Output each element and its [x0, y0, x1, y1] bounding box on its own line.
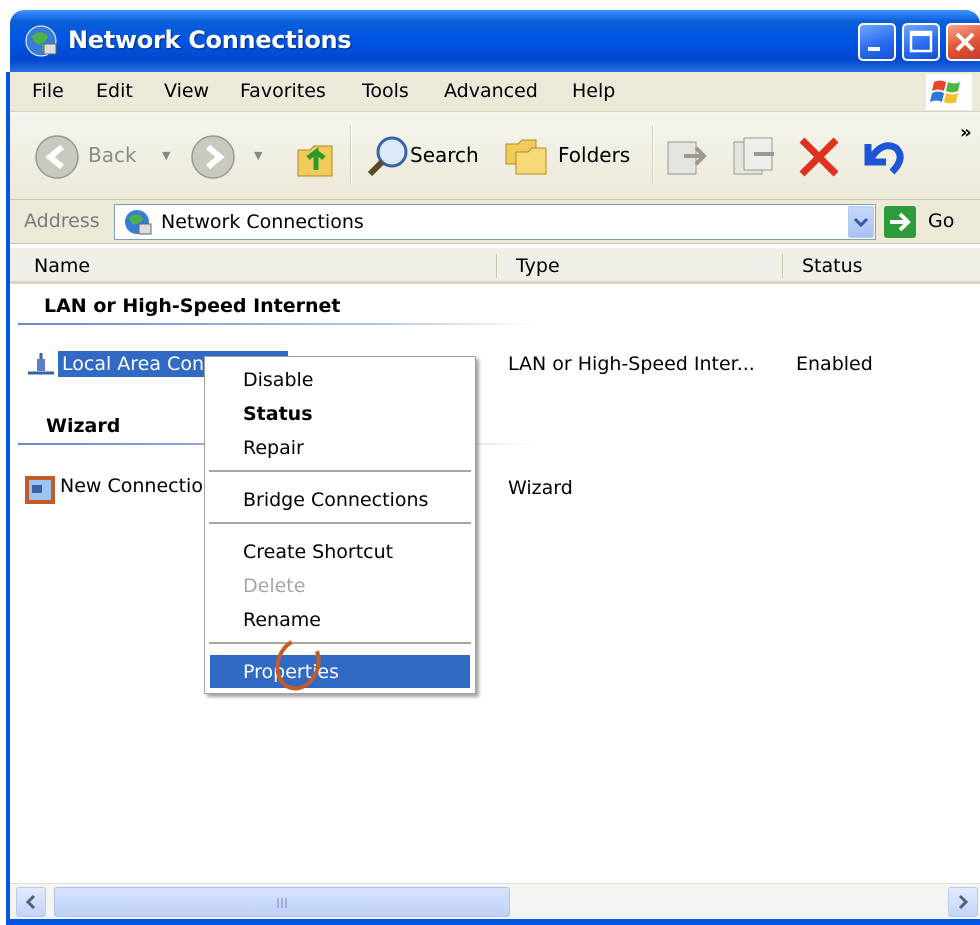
search-icon	[367, 136, 408, 177]
menu-item-label: Repair	[243, 437, 304, 459]
menu-item-label: Delete	[243, 575, 306, 597]
close-icon	[955, 32, 975, 52]
menu-view[interactable]: View	[164, 80, 209, 102]
maximize-icon	[909, 30, 933, 53]
item-status: Enabled	[796, 353, 873, 375]
chevron-right-icon	[958, 894, 969, 910]
folders-icon	[505, 139, 547, 175]
menu-file[interactable]: File	[32, 80, 64, 102]
menu-edit[interactable]: Edit	[96, 80, 133, 102]
back-dropdown-icon[interactable]: ▼	[162, 149, 170, 162]
window-title: Network Connections	[68, 26, 352, 54]
menu-tools[interactable]: Tools	[362, 80, 409, 102]
network-cable-icon	[28, 353, 54, 375]
search-button[interactable]: Search	[364, 130, 494, 182]
item-type: LAN or High-Speed Inter...	[508, 353, 755, 375]
up-folder-icon[interactable]	[294, 134, 338, 180]
minimize-button[interactable]	[858, 23, 896, 61]
column-header-status[interactable]: Status	[802, 255, 863, 277]
menu-item-label: Bridge Connections	[243, 489, 429, 511]
back-arrow-icon	[35, 135, 79, 179]
address-bar: Address Network Connections Go	[10, 200, 980, 244]
forward-button[interactable]: ▼	[190, 130, 274, 182]
group-header-wizard: Wizard	[46, 415, 121, 437]
group-divider	[18, 323, 538, 325]
list-item-new-connection-wizard[interactable]: New Connectio	[24, 473, 224, 507]
item-type: Wizard	[508, 477, 573, 499]
column-header-name[interactable]: Name	[34, 255, 90, 277]
minimize-icon	[868, 47, 880, 51]
menu-help[interactable]: Help	[572, 80, 615, 102]
folders-button[interactable]: Folders	[502, 130, 642, 182]
forward-arrow-icon	[191, 135, 235, 179]
scroll-left-button[interactable]	[16, 887, 46, 917]
go-button[interactable]	[884, 206, 916, 238]
menu-item-label: Create Shortcut	[243, 541, 394, 563]
scroll-right-button[interactable]	[948, 887, 978, 917]
chevron-left-icon	[25, 894, 36, 910]
context-menu-bridge-connections[interactable]: Bridge Connections	[205, 483, 475, 516]
horizontal-scrollbar[interactable]	[10, 883, 980, 919]
group-header-lan: LAN or High-Speed Internet	[44, 295, 341, 317]
window-frame-bottom	[10, 919, 980, 925]
context-menu-status[interactable]: Status	[205, 397, 475, 430]
context-menu-properties[interactable]: Properties	[210, 655, 470, 688]
wizard-icon	[25, 476, 55, 504]
close-button[interactable]	[946, 23, 980, 61]
network-globe-icon	[125, 210, 152, 235]
context-menu-rename[interactable]: Rename	[205, 603, 475, 636]
address-dropdown-button[interactable]	[848, 206, 874, 238]
context-menu-delete: Delete	[205, 569, 475, 602]
menu-separator	[209, 470, 471, 472]
back-label: Back	[88, 143, 137, 167]
menu-separator	[209, 522, 471, 524]
context-menu-create-shortcut[interactable]: Create Shortcut	[205, 535, 475, 568]
menu-favorites[interactable]: Favorites	[240, 80, 326, 102]
go-arrow-icon	[890, 212, 911, 232]
toolbar-overflow-chevron[interactable]: »	[960, 122, 972, 143]
file-list: LAN or High-Speed Internet Local Area Co…	[10, 287, 980, 881]
menu-separator	[209, 642, 471, 644]
toolbar-separator	[652, 126, 654, 184]
column-headers: Name Type Status	[10, 248, 980, 284]
chevron-down-icon	[853, 217, 869, 228]
address-input[interactable]: Network Connections	[114, 204, 876, 240]
windows-flag-icon	[930, 80, 960, 104]
scroll-thumb[interactable]	[54, 887, 510, 917]
address-value: Network Connections	[161, 211, 364, 233]
maximize-button[interactable]	[902, 23, 940, 61]
item-name: New Connectio	[60, 475, 203, 497]
undo-icon[interactable]	[856, 132, 910, 182]
address-label: Address	[24, 210, 100, 232]
copy-to-icon[interactable]	[730, 134, 780, 178]
title-bar[interactable]: Network Connections	[10, 10, 980, 72]
windows-logo	[926, 74, 972, 110]
move-to-icon[interactable]	[664, 134, 710, 178]
network-connections-icon	[25, 25, 57, 57]
menu-advanced[interactable]: Advanced	[444, 80, 538, 102]
context-menu-repair[interactable]: Repair	[205, 431, 475, 464]
menu-item-label: Rename	[243, 609, 321, 631]
search-label: Search	[410, 143, 479, 167]
toolbar: Back ▼ ▼ Search Folders »	[10, 112, 980, 200]
context-menu: Disable Status Repair Bridge Connections…	[204, 356, 476, 694]
menu-item-label: Disable	[243, 369, 314, 391]
back-button[interactable]: Back ▼	[30, 130, 180, 182]
folders-label: Folders	[558, 143, 631, 167]
menu-item-label: Status	[243, 403, 313, 425]
forward-dropdown-icon[interactable]: ▼	[254, 149, 262, 162]
context-menu-disable[interactable]: Disable	[205, 363, 475, 396]
column-divider[interactable]	[496, 254, 497, 278]
delete-icon[interactable]	[794, 132, 844, 182]
grip-icon	[277, 898, 287, 908]
column-header-type[interactable]: Type	[516, 255, 560, 277]
go-label[interactable]: Go	[928, 210, 954, 232]
column-divider[interactable]	[782, 254, 783, 278]
toolbar-separator	[350, 126, 352, 184]
menu-bar: File Edit View Favorites Tools Advanced …	[10, 72, 980, 112]
